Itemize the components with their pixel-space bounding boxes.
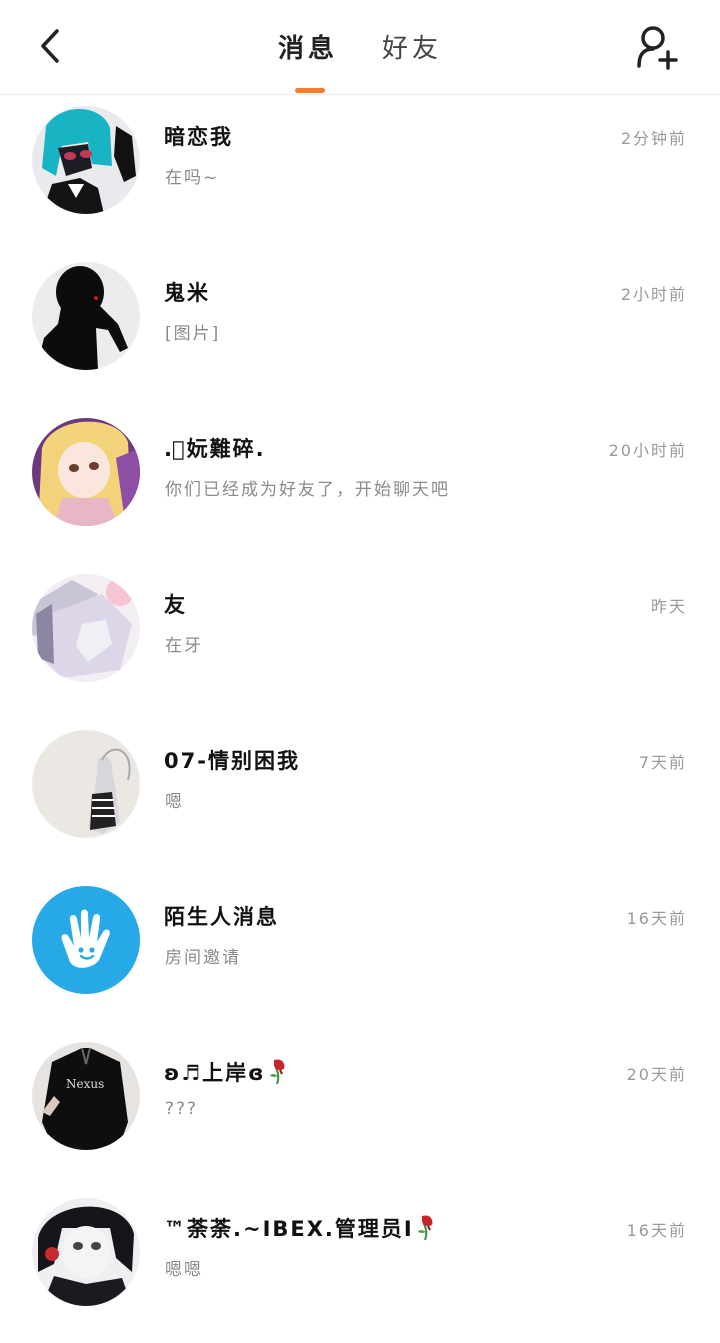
message-time: 2分钟前 xyxy=(620,129,687,148)
avatar[interactable] xyxy=(32,574,140,682)
avatar[interactable] xyxy=(32,886,140,994)
top-bar: 消息 好友 xyxy=(0,0,720,95)
conversation-item[interactable]: .ﾞ妧難碎. 你们已经成为好友了，开始聊天吧 20小时前 xyxy=(0,407,720,563)
svg-text:Nexus: Nexus xyxy=(66,1077,104,1091)
add-user-icon xyxy=(637,26,678,70)
contact-name: 友 xyxy=(164,593,187,617)
avatar[interactable]: Nexus xyxy=(32,1042,140,1150)
message-time: 昨天 xyxy=(650,597,687,616)
avatar[interactable] xyxy=(32,418,140,526)
conversation-item[interactable]: Nexus ʚ♬上岸ɞ ??? 20天前 xyxy=(0,1031,720,1187)
tab-bar: 消息 好友 xyxy=(0,30,720,70)
message-preview: 在吗~ xyxy=(165,168,220,188)
wilted-rose-icon xyxy=(269,1059,285,1084)
message-preview: 房间邀请 xyxy=(165,948,241,968)
contact-name: ʚ♬上岸ɞ xyxy=(164,1057,288,1087)
message-preview: [图片] xyxy=(165,324,221,344)
contact-name: 07-情别困我 xyxy=(164,749,300,773)
message-time: 20天前 xyxy=(626,1065,687,1084)
tab-friends[interactable]: 好友 xyxy=(382,30,442,70)
message-time: 16天前 xyxy=(626,909,687,928)
conversation-list: 暗恋我 在吗~ 2分钟前 鬼米 [图片] 2小时前 .ﾞ妧難碎. 你们已经成为好… xyxy=(0,95,720,1343)
avatar[interactable] xyxy=(32,1198,140,1306)
message-preview: 嗯 xyxy=(165,792,184,812)
message-time: 20小时前 xyxy=(608,441,687,460)
hand-icon xyxy=(32,886,140,994)
message-preview: 嗯嗯 xyxy=(165,1260,203,1280)
avatar[interactable] xyxy=(32,262,140,370)
message-preview: ??? xyxy=(165,1099,199,1119)
avatar[interactable] xyxy=(32,730,140,838)
conversation-item[interactable]: 陌生人消息 房间邀请 16天前 xyxy=(0,875,720,1031)
conversation-item[interactable]: 友 在牙 昨天 xyxy=(0,563,720,719)
add-friend-button[interactable] xyxy=(632,22,682,72)
message-preview: 你们已经成为好友了，开始聊天吧 xyxy=(165,480,450,500)
contact-name: 陌生人消息 xyxy=(164,905,279,929)
conversation-item[interactable]: 鬼米 [图片] 2小时前 xyxy=(0,251,720,407)
tab-messages[interactable]: 消息 xyxy=(278,30,338,70)
contact-name: 鬼米 xyxy=(164,281,210,305)
conversation-item[interactable]: 07-情别困我 嗯 7天前 xyxy=(0,719,720,875)
message-time: 2小时前 xyxy=(620,285,687,304)
wilted-rose-icon xyxy=(417,1215,433,1240)
avatar[interactable] xyxy=(32,106,140,214)
conversation-item[interactable]: 暗恋我 在吗~ 2分钟前 xyxy=(0,95,720,251)
contact-name: .ﾞ妧難碎. xyxy=(164,437,266,461)
contact-name: ™荼荼.~IBEX.管理员I xyxy=(164,1213,436,1243)
message-time: 7天前 xyxy=(638,753,687,772)
message-time: 16天前 xyxy=(626,1221,687,1240)
active-tab-indicator xyxy=(295,88,325,93)
message-preview: 在牙 xyxy=(165,636,203,656)
conversation-item[interactable]: ™荼荼.~IBEX.管理员I 嗯嗯 16天前 xyxy=(0,1187,720,1343)
contact-name: 暗恋我 xyxy=(164,125,233,149)
